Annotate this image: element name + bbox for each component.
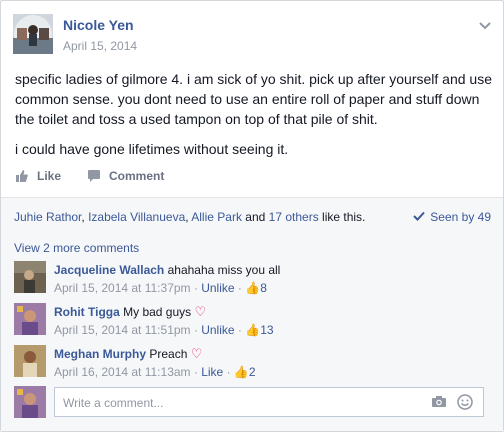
comments-section: View 2 more comments Jacqueline Wallach …: [1, 235, 503, 431]
comment-input[interactable]: [61, 389, 425, 417]
camera-icon[interactable]: [431, 395, 447, 411]
seen-by[interactable]: Seen by 49: [413, 210, 491, 224]
author-avatar[interactable]: [13, 14, 53, 54]
comment-like-count[interactable]: 13: [260, 323, 273, 337]
comment-time[interactable]: April 16, 2014 at 11:13am: [54, 365, 191, 379]
likes-text: Juhie Rathor, Izabela Villanueva, Allie …: [14, 210, 365, 224]
liker-link[interactable]: Izabela Villanueva: [88, 210, 185, 224]
like-button[interactable]: Like: [15, 169, 61, 183]
comment-input-box[interactable]: [54, 387, 484, 417]
current-user-avatar: [14, 386, 46, 418]
comment-text: Preach: [149, 347, 188, 361]
post-actions: Like Comment: [15, 169, 164, 183]
heart-icon: ♡: [194, 304, 207, 319]
and-text: and: [241, 210, 269, 224]
liker-link[interactable]: Juhie Rathor: [14, 210, 81, 224]
post-paragraph: specific ladies of gilmore 4. i am sick …: [15, 71, 492, 127]
post-text: specific ladies of gilmore 4. i am sick …: [15, 69, 493, 169]
author-name[interactable]: Nicole Yen: [63, 17, 134, 33]
commenter-avatar[interactable]: [14, 261, 46, 293]
comment-time[interactable]: April 15, 2014 at 11:37pm: [54, 281, 191, 295]
comment-author[interactable]: Jacqueline Wallach: [54, 263, 164, 277]
emoji-icon[interactable]: [457, 394, 473, 413]
comment-item: Jacqueline Wallach ahahaha miss you all …: [14, 261, 492, 297]
comment-composer: [14, 386, 484, 418]
comment-time[interactable]: April 15, 2014 at 11:51pm: [54, 323, 191, 337]
comment-item: Meghan Murphy Preach ♡ April 16, 2014 at…: [14, 345, 492, 381]
commenter-avatar[interactable]: [14, 303, 46, 335]
post-paragraph: i could have gone lifetimes without seei…: [15, 141, 289, 157]
unlike-link[interactable]: Unlike: [201, 281, 234, 295]
comment-like-count[interactable]: 2: [249, 365, 256, 379]
liker-link[interactable]: Allie Park: [191, 210, 242, 224]
like-label: Like: [37, 169, 62, 183]
comment-label: Comment: [109, 169, 165, 183]
comment-like-count[interactable]: 8: [260, 281, 267, 295]
comment-text: ahahaha miss you all: [167, 263, 281, 277]
comment-author[interactable]: Rohit Tigga: [54, 305, 120, 319]
view-more-comments-link[interactable]: View 2 more comments: [14, 241, 139, 255]
comment-button[interactable]: Comment: [87, 169, 164, 183]
comment-text: My bad guys: [123, 305, 192, 319]
like-suffix: like this.: [318, 210, 366, 224]
post-date[interactable]: April 15, 2014: [63, 39, 137, 53]
comment-bubble-icon: [87, 169, 101, 183]
like-thumb-icon: [15, 169, 29, 183]
like-link[interactable]: Like: [201, 365, 223, 379]
thumb-up-icon[interactable]: 👍: [245, 281, 260, 295]
heart-icon: ♡: [190, 346, 203, 361]
thumb-up-icon[interactable]: 👍: [234, 365, 249, 379]
post-card: Nicole Yen April 15, 2014 specific ladie…: [0, 0, 504, 432]
thumb-up-icon[interactable]: 👍: [245, 323, 260, 337]
checkmark-icon: [413, 210, 426, 224]
chevron-down-icon[interactable]: [479, 19, 491, 33]
unlike-link[interactable]: Unlike: [201, 323, 234, 337]
others-link[interactable]: 17 others: [269, 210, 319, 224]
commenter-avatar[interactable]: [14, 345, 46, 377]
comment-item: Rohit Tigga My bad guys ♡ April 15, 2014…: [14, 303, 492, 339]
likes-summary: Juhie Rathor, Izabela Villanueva, Allie …: [1, 197, 503, 237]
comment-author[interactable]: Meghan Murphy: [54, 347, 146, 361]
seen-by-label: Seen by 49: [430, 210, 491, 224]
